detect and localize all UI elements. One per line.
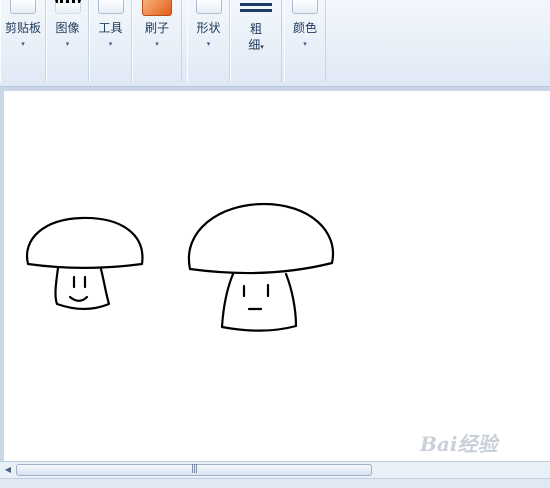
size-group[interactable]: 粗 细▾: [230, 0, 282, 82]
clipboard-icon: [10, 0, 36, 14]
chevron-down-icon[interactable]: ▾: [90, 40, 131, 48]
chevron-down-icon[interactable]: ▾: [260, 43, 264, 51]
shapes-icon: [195, 0, 222, 14]
drawing: [25, 202, 335, 332]
chevron-down-icon[interactable]: ▾: [285, 40, 325, 48]
scroll-thumb[interactable]: |||: [16, 464, 372, 476]
shapes-label: 形状: [196, 21, 221, 35]
small-mushroom-smile: [68, 295, 89, 302]
clipboard-label: 剪贴板: [4, 21, 41, 35]
brush-group[interactable]: 刷子 ▾: [132, 0, 182, 82]
canvas-area: [0, 87, 550, 461]
big-mushroom-cap: [187, 202, 335, 275]
color-label: 颜色: [292, 21, 317, 35]
scroll-left-icon[interactable]: ◀: [2, 464, 14, 476]
line-width-icon: [240, 0, 272, 16]
chevron-down-icon[interactable]: ▾: [1, 40, 45, 48]
tools-icon: [97, 0, 124, 14]
image-select-icon: [54, 0, 81, 14]
horizontal-scrollbar[interactable]: ◀ |||: [0, 461, 550, 478]
watermark: Bai经验: [420, 432, 498, 456]
grip-icon: |||: [190, 464, 198, 474]
tools-label: 工具: [98, 21, 123, 35]
drawing-canvas[interactable]: [4, 91, 550, 461]
chevron-down-icon[interactable]: ▾: [188, 40, 229, 48]
size-label-line2: 细: [248, 38, 261, 52]
small-mushroom-cap: [25, 216, 144, 269]
chevron-down-icon[interactable]: ▾: [47, 40, 88, 48]
brush-label: 刷子: [144, 21, 169, 35]
shapes-group[interactable]: 形状 ▾: [187, 0, 230, 82]
big-mushroom-stem: [220, 272, 298, 332]
small-mushroom-stem: [54, 266, 111, 310]
clipboard-group[interactable]: 剪贴板 ▾: [0, 0, 46, 82]
image-group[interactable]: 图像 ▾: [46, 0, 89, 82]
tools-group[interactable]: 工具 ▾: [89, 0, 132, 82]
chevron-down-icon[interactable]: ▾: [133, 40, 181, 48]
ribbon: 剪贴板 ▾ 图像 ▾ 工具 ▾ 刷子 ▾ 形状 ▾ 粗 细▾ 颜色 ▾: [0, 0, 550, 87]
size-label-line1: 粗: [249, 22, 262, 36]
color-group[interactable]: 颜色 ▾: [284, 0, 326, 82]
brush-icon: [142, 0, 172, 16]
image-label: 图像: [55, 21, 80, 35]
color-icon: [292, 0, 318, 14]
